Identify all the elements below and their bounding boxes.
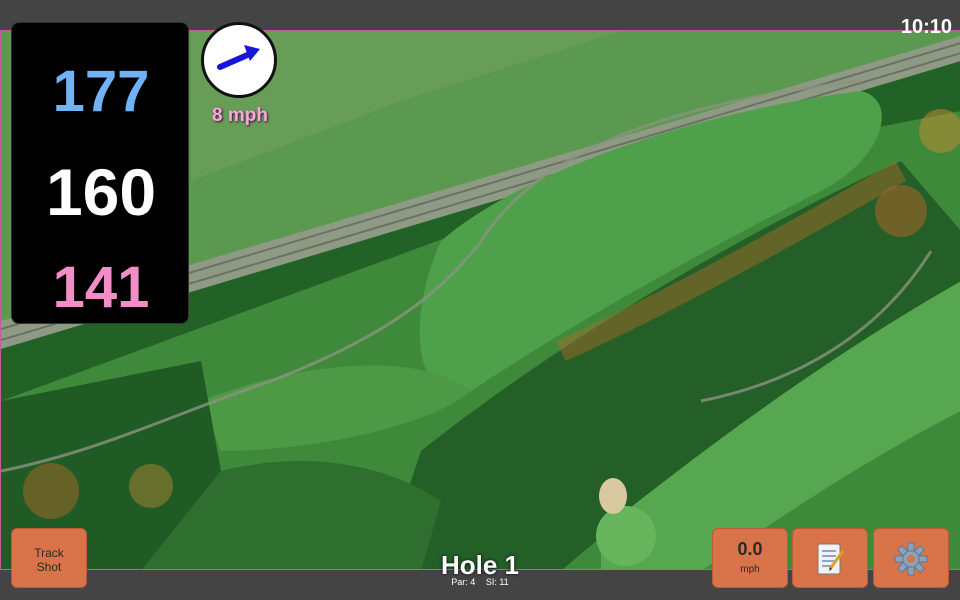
hole-info: Par: 4 SI: 11: [400, 577, 560, 587]
speed-unit: mph: [740, 564, 760, 575]
notepad-icon: [817, 543, 845, 575]
yardage-panel: 177 160 141: [11, 22, 189, 324]
speed-value: 0.0: [737, 539, 763, 559]
clock: 10:10: [900, 16, 952, 38]
wind-arrow-icon: [217, 45, 260, 70]
hole-stroke-index: SI: 11: [485, 577, 509, 587]
track-shot-label: Track Shot: [34, 546, 64, 574]
hole-par: Par: 4: [451, 577, 476, 587]
middle-yardage: 160: [45, 155, 157, 229]
gear-icon: [894, 542, 928, 576]
notes-button[interactable]: [792, 528, 868, 588]
speed-button[interactable]: 0.0 mph: [712, 528, 788, 588]
track-shot-button[interactable]: Track Shot: [11, 528, 87, 588]
settings-button[interactable]: [873, 528, 949, 588]
front-yardage: 141: [52, 255, 150, 320]
back-yardage: 177: [52, 59, 150, 124]
wind-indicator: [201, 22, 277, 98]
wind-speed-label: 8 mph: [212, 105, 268, 126]
